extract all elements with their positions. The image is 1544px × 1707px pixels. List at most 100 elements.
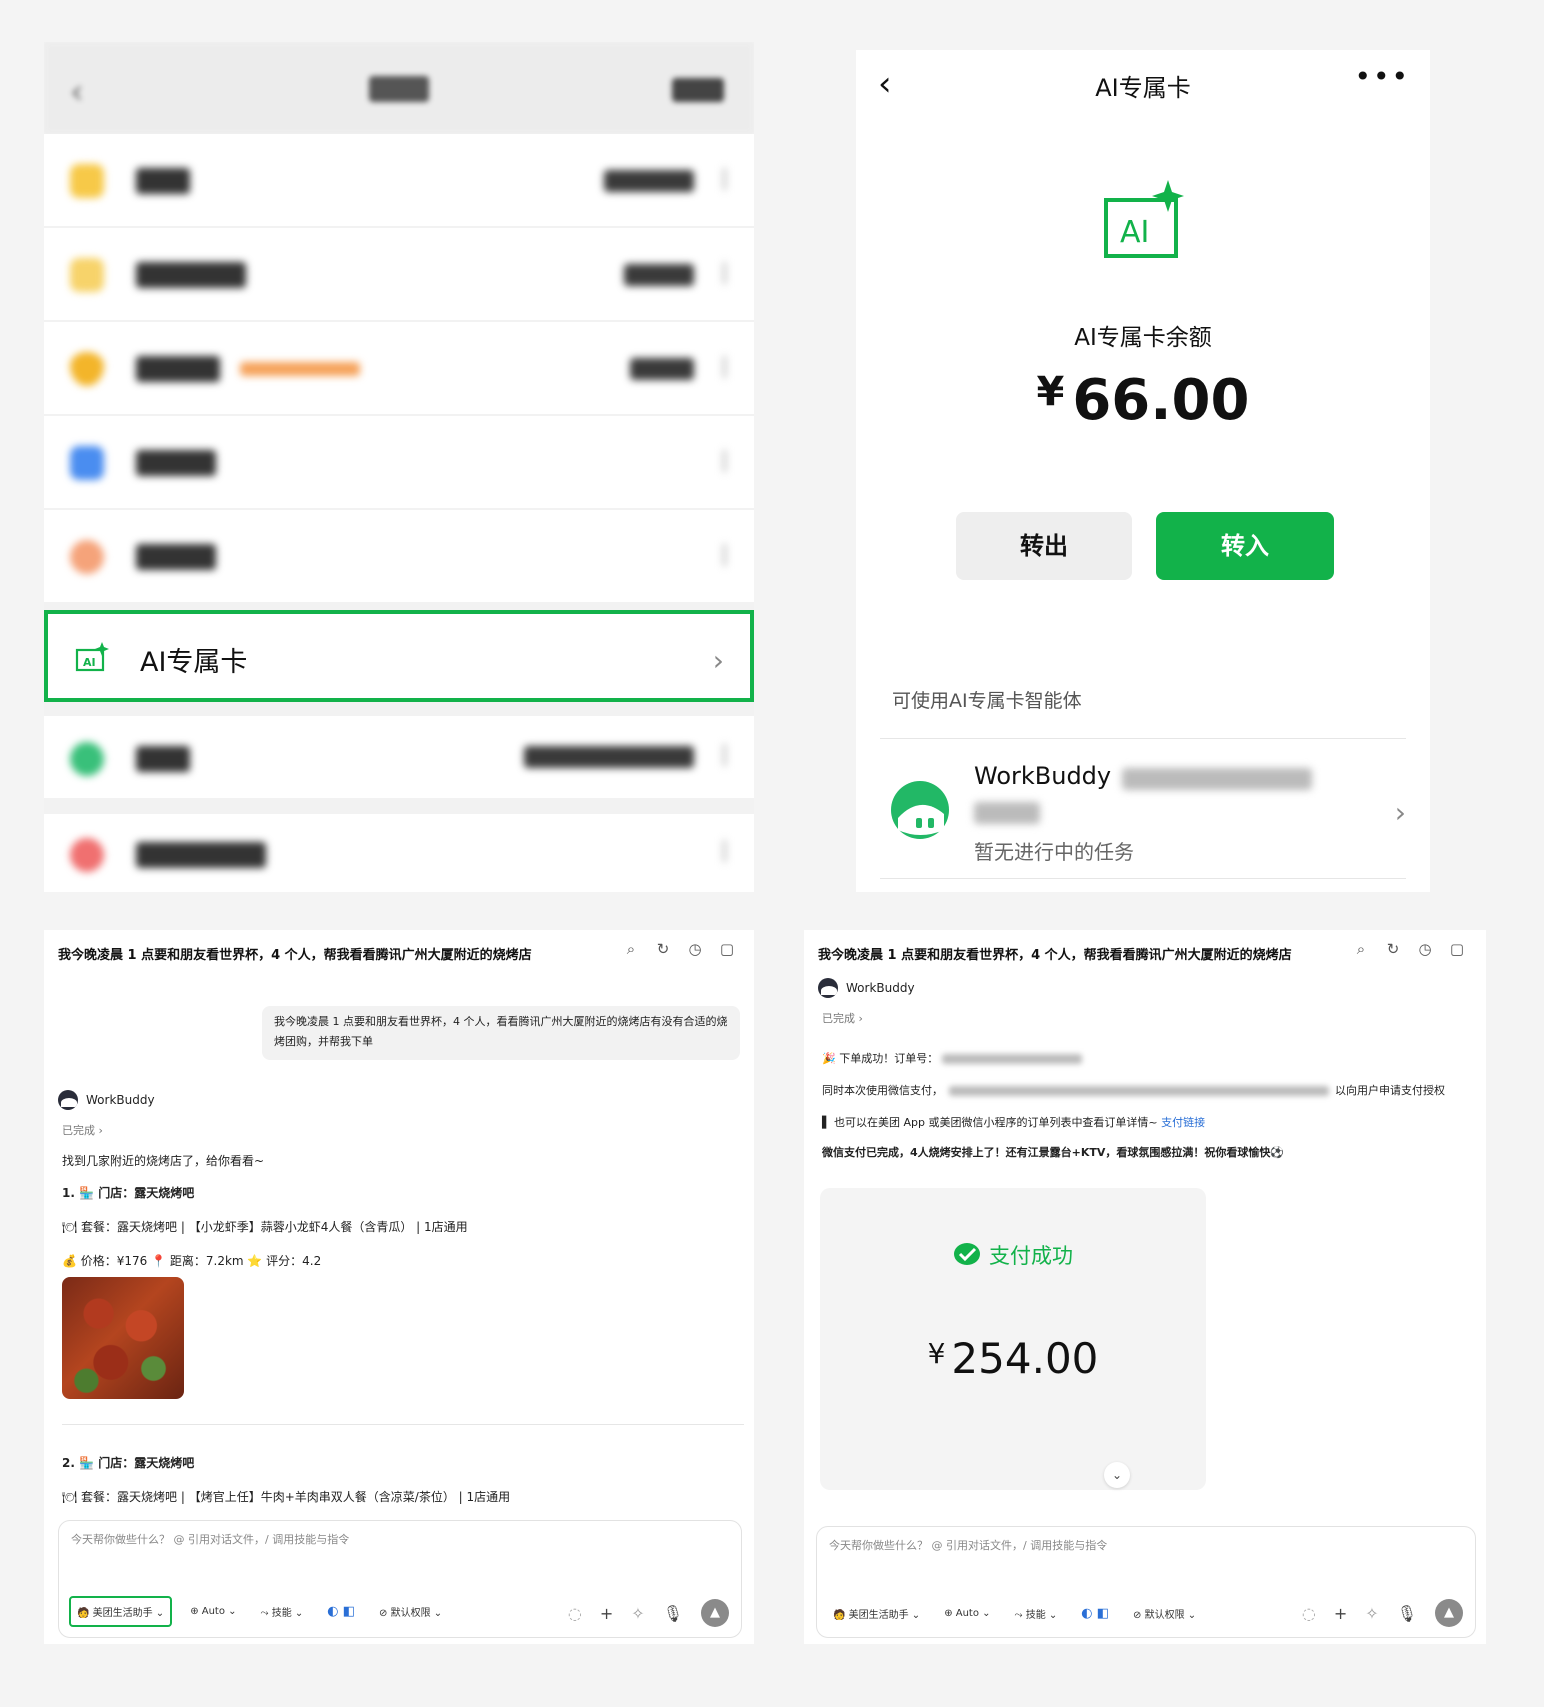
input-toolbar: 🧑 美团生活助手 ⌄ ⊕ Auto ⌄ ⤳ 技能 ⌄ ◐ ◧ ⊘ 默认权限 ⌄ — [827, 1600, 1202, 1627]
tool-icons[interactable]: ◐ ◧ — [1075, 1600, 1115, 1627]
set-1: 🍽 套餐：露天烧烤吧 | 【小龙虾季】蒜蓉小龙虾4人餐（含青瓜） | 1店通用 — [62, 1220, 468, 1234]
payment-id-blurred — [949, 1086, 1329, 1096]
bill-link-blurred[interactable] — [672, 78, 724, 102]
payment-success: 支付成功 — [820, 1240, 1206, 1270]
wallet-row-business-account[interactable] — [44, 228, 754, 320]
share-icon[interactable]: ↻ — [654, 940, 672, 958]
store-1: 1. 🏪 门店：露天烧烤吧 — [62, 1186, 195, 1200]
loading-icon: ◌ — [1301, 1603, 1316, 1623]
chat-input-placeholder: 今天帮你做些什么？ @ 引用对话文件，/ 调用技能与指令 — [71, 1533, 350, 1546]
sparkle-icon[interactable]: ✧ — [1365, 1604, 1378, 1623]
divider — [880, 738, 1406, 739]
skills-selector[interactable]: ⤳ 技能 ⌄ — [255, 1598, 310, 1625]
chat-input[interactable]: 今天帮你做些什么？ @ 引用对话文件，/ 调用技能与指令 🧑 美团生活助手 ⌄ … — [816, 1526, 1476, 1638]
search-icon[interactable]: ⌕ — [1352, 940, 1370, 958]
history-icon[interactable]: ◷ — [1416, 940, 1434, 958]
status-done[interactable]: 已完成 › — [62, 1122, 103, 1138]
agent-status: 暂无进行中的任务 — [974, 840, 1134, 864]
bank-card-icon — [70, 446, 104, 480]
skills-selector[interactable]: ⤳ 技能 ⌄ — [1009, 1600, 1064, 1627]
agent-name[interactable]: WorkBuddy — [974, 762, 1111, 790]
payment-amount: ¥254.00 — [927, 1334, 1099, 1383]
chat-toolbar: ⌕ ↻ ◷ ▢ — [622, 940, 736, 958]
send-button[interactable]: ▲ — [701, 1599, 729, 1627]
balance-amount: ¥66.00 — [1036, 368, 1250, 433]
wallet-title-blurred — [369, 76, 429, 102]
store-2: 2. 🏪 门店：露天烧烤吧 — [62, 1456, 195, 1470]
bot-name: WorkBuddy — [846, 981, 915, 995]
section-title: 可使用AI专属卡智能体 — [892, 690, 1082, 712]
microphone-icon[interactable]: 🎙 — [663, 1604, 683, 1623]
agent-subtitle-blurred — [974, 802, 1040, 824]
assistant-selector[interactable]: 🧑 美团生活助手 ⌄ — [827, 1600, 926, 1627]
page-title: AI专属卡 — [1095, 74, 1191, 102]
agent-subtitle-blurred — [1122, 768, 1312, 790]
food-image[interactable] — [62, 1277, 184, 1399]
chat-panel-right: 我今晚凌晨 1 点要和朋友看世界杯，4 个人，帮我看看腾讯广州大厦附近的烧烤店 … — [804, 930, 1486, 1644]
balance-label: AI专属卡余额 — [1074, 325, 1212, 351]
microphone-icon[interactable]: 🎙 — [1397, 1604, 1417, 1623]
back-icon[interactable]: ‹ — [70, 72, 84, 112]
transfer-out-button[interactable]: 转出 — [956, 512, 1132, 580]
window-icon[interactable]: ▢ — [1448, 940, 1466, 958]
payment-card: 支付成功 ¥254.00 ⌄ — [820, 1188, 1206, 1490]
order-success: 🎉 下单成功！订单号： — [822, 1050, 1082, 1066]
wallet-row-licaitong[interactable] — [44, 322, 754, 414]
sparkle-icon[interactable]: ✧ — [631, 1604, 644, 1623]
shield-icon — [70, 352, 104, 386]
send-button[interactable]: ▲ — [1435, 1599, 1463, 1627]
permission-selector[interactable]: ⊘ 默认权限 ⌄ — [373, 1598, 448, 1625]
ai-card-panel: ‹ AI专属卡 ••• AI AI专属卡余额 ¥66.00 转出 转入 可使用A… — [856, 50, 1430, 892]
divider — [880, 878, 1406, 879]
chat-title: 我今晚凌晨 1 点要和朋友看世界杯，4 个人，帮我看看腾讯广州大厦附近的烧烤店 — [58, 948, 532, 963]
transfer-in-button[interactable]: 转入 — [1156, 512, 1334, 580]
model-selector[interactable]: ⊕ Auto ⌄ — [184, 1600, 242, 1623]
bot-name: WorkBuddy — [86, 1093, 155, 1107]
wallet-row-digital-rmb[interactable] — [44, 814, 754, 892]
pay-link[interactable]: 支付链接 — [1161, 1116, 1205, 1129]
bot-intro: 找到几家附近的烧烤店了，给你看看~ — [62, 1154, 265, 1168]
search-icon[interactable]: ⌕ — [622, 940, 640, 958]
chat-input[interactable]: 今天帮你做些什么？ @ 引用对话文件，/ 调用技能与指令 🧑 美团生活助手 ⌄ … — [58, 1520, 742, 1638]
wallet-row-family-card[interactable] — [44, 510, 754, 602]
final-message: 微信支付已完成，4人烧烤安排上了！还有江景露台+KTV，看球氛围感拉满！祝你看球… — [822, 1146, 1285, 1159]
add-icon[interactable]: + — [600, 1604, 613, 1623]
view-order-line: ▌ 也可以在美团 App 或美团微信小程序的订单列表中查看订单详情~ 支付链接 — [822, 1116, 1206, 1129]
wallet-row-pay-later[interactable] — [44, 716, 754, 798]
wallet-row-ai-card[interactable]: AI AI专属卡 › — [44, 610, 754, 702]
user-message: 我今晚凌晨 1 点要和朋友看世界杯，4 个人，看看腾讯广州大厦附近的烧烤店有没有… — [262, 1006, 740, 1060]
bot-header: WorkBuddy — [818, 978, 915, 998]
divider — [62, 1424, 744, 1425]
coin-icon — [70, 164, 104, 198]
payment-line: 同时本次使用微信支付， 以向用户申请支付授权 — [822, 1084, 1445, 1097]
workbuddy-logo-icon — [891, 781, 949, 839]
model-selector[interactable]: ⊕ Auto ⌄ — [938, 1602, 996, 1625]
assistant-selector[interactable]: 🧑 美团生活助手 ⌄ — [69, 1596, 173, 1627]
workbuddy-avatar — [58, 1090, 78, 1110]
svg-text:AI: AI — [83, 656, 96, 669]
wallet-row-change[interactable] — [44, 134, 754, 226]
input-actions: ◌ + ✧ 🎙 ▲ — [1302, 1599, 1463, 1627]
wallet-row-bank-card[interactable] — [44, 416, 754, 508]
chevron-right-icon[interactable]: › — [1395, 796, 1406, 829]
add-icon[interactable]: + — [1334, 1604, 1347, 1623]
chat-panel-left: 我今晚凌晨 1 点要和朋友看世界杯，4 个人，帮我看看腾讯广州大厦附近的烧烤店 … — [44, 930, 754, 1644]
ai-card-large-icon: AI — [1104, 180, 1184, 258]
loading-icon: ◌ — [567, 1603, 582, 1623]
chat-input-placeholder: 今天帮你做些什么？ @ 引用对话文件，/ 调用技能与指令 — [829, 1539, 1108, 1552]
order-number-blurred — [941, 1054, 1082, 1064]
workbuddy-avatar — [818, 978, 838, 998]
status-done[interactable]: 已完成 › — [822, 1010, 863, 1026]
history-icon[interactable]: ◷ — [686, 940, 704, 958]
more-icon[interactable]: ••• — [1354, 60, 1410, 93]
bot-header: WorkBuddy — [58, 1090, 155, 1110]
tool-icons[interactable]: ◐ ◧ — [321, 1598, 361, 1625]
window-icon[interactable]: ▢ — [718, 940, 736, 958]
wechat-pay-icon — [954, 1243, 980, 1265]
share-icon[interactable]: ↻ — [1384, 940, 1402, 958]
permission-selector[interactable]: ⊘ 默认权限 ⌄ — [1127, 1600, 1202, 1627]
chevron-right-icon: › — [712, 644, 724, 677]
wallet-header: ‹ — [44, 42, 754, 134]
chevron-down-icon[interactable]: ⌄ — [1104, 1462, 1130, 1488]
wallet-panel: ‹ AI AI专属卡 › — [44, 42, 754, 892]
